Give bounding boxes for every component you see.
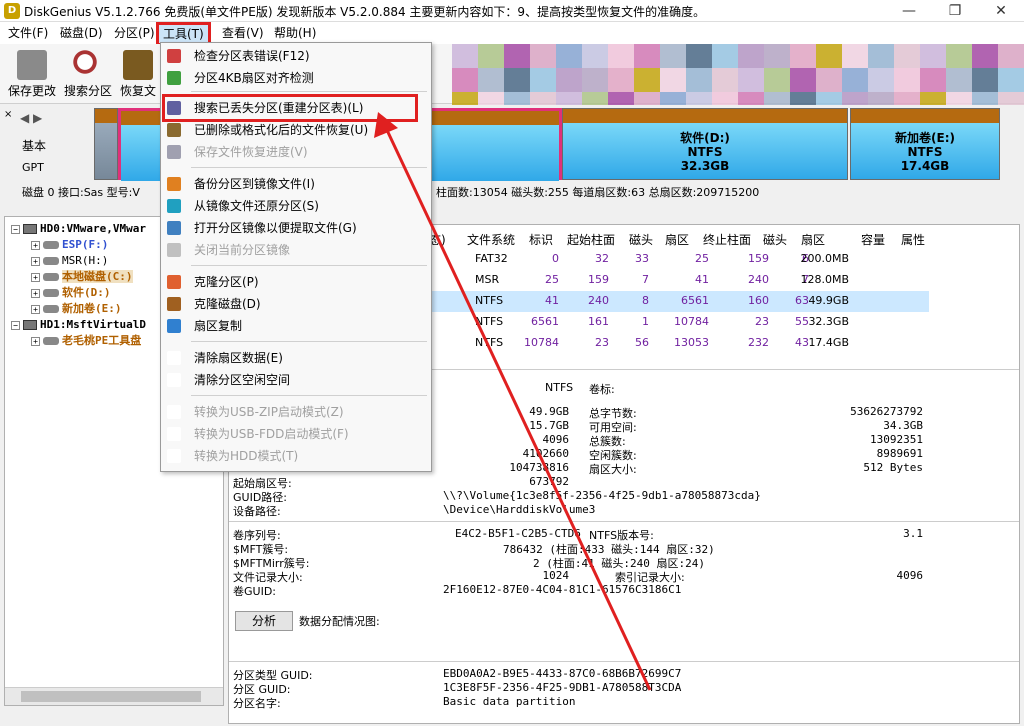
annotation-arrow xyxy=(374,112,652,691)
arrow-line xyxy=(384,127,652,691)
arrow-head xyxy=(374,112,398,138)
